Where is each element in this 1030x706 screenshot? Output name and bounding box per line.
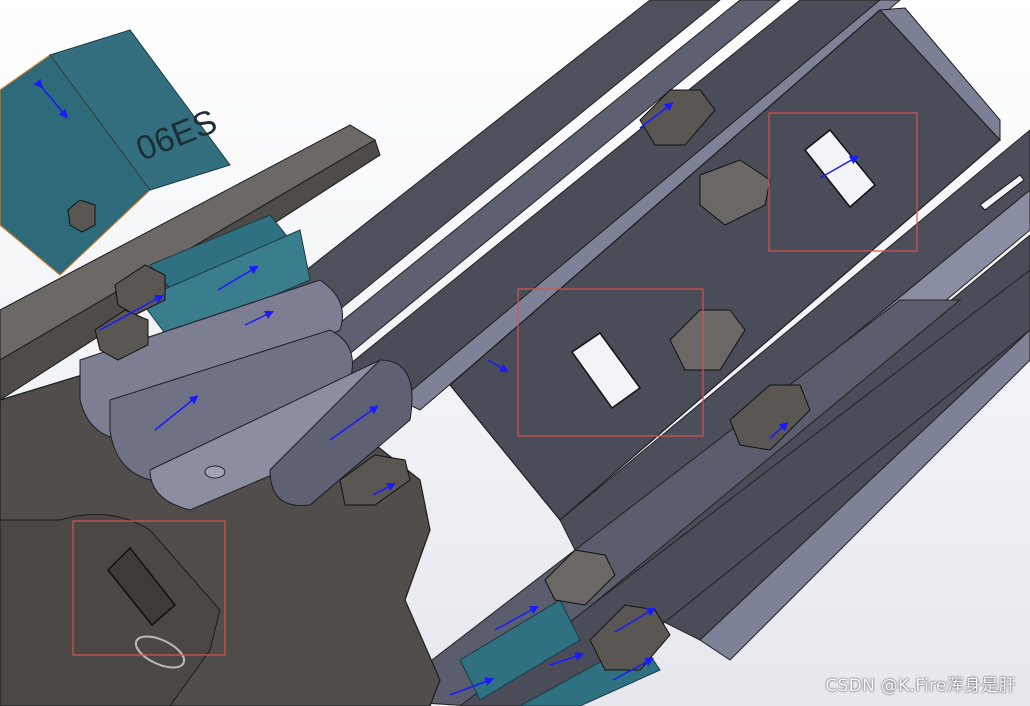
watermark-text: CSDN @K.Fire浑身是肝 <box>825 676 1016 696</box>
cad-viewport[interactable]: 06ES <box>0 0 1030 706</box>
cad-model-scene[interactable]: 06ES <box>0 0 1030 706</box>
